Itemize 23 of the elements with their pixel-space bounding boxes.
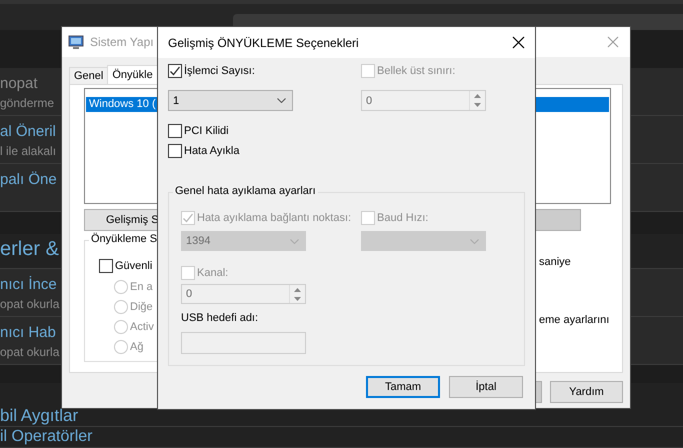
checkbox-label: İşlemci Sayısı: [184,64,255,76]
checkbox-label: Kanal: [197,266,228,278]
forum-subtitle: l ile alakalı [0,144,56,158]
radio-label: Activ [130,320,154,332]
forum-subtitle: opat okurla [0,344,60,358]
checkbox-label: Güvenli [115,260,152,272]
window-title: Sistem Yapı [90,35,154,49]
group-legend: Genel hata ayıklama ayarları [173,185,318,197]
checkbox-label: Hata Ayıkla [184,144,240,156]
group-legend: Önyükleme S [89,233,160,245]
radio-label: Ağ [130,340,144,352]
forum-subtitle: gönderme [0,96,54,110]
radio-label: En a [130,280,153,292]
usb-target-label: USB hedefi adı: [181,312,260,324]
checkbox-label: Bellek üst sınırı: [377,64,456,76]
checkbox-label: Baud Hızı: [377,212,428,224]
forum-subtitle: opat okurla [0,296,60,310]
settings-text: eme ayarlarını [539,314,610,326]
checkbox-label: PCI Kilidi [184,124,229,136]
dialog-title: Gelişmiş ÖNYÜKLEME Seçenekleri [168,36,359,50]
radio-label: Diğe [130,300,153,312]
checkbox-label: Hata ayıklama bağlantı noktası: [197,212,352,224]
timeout-unit: saniye [539,256,572,268]
